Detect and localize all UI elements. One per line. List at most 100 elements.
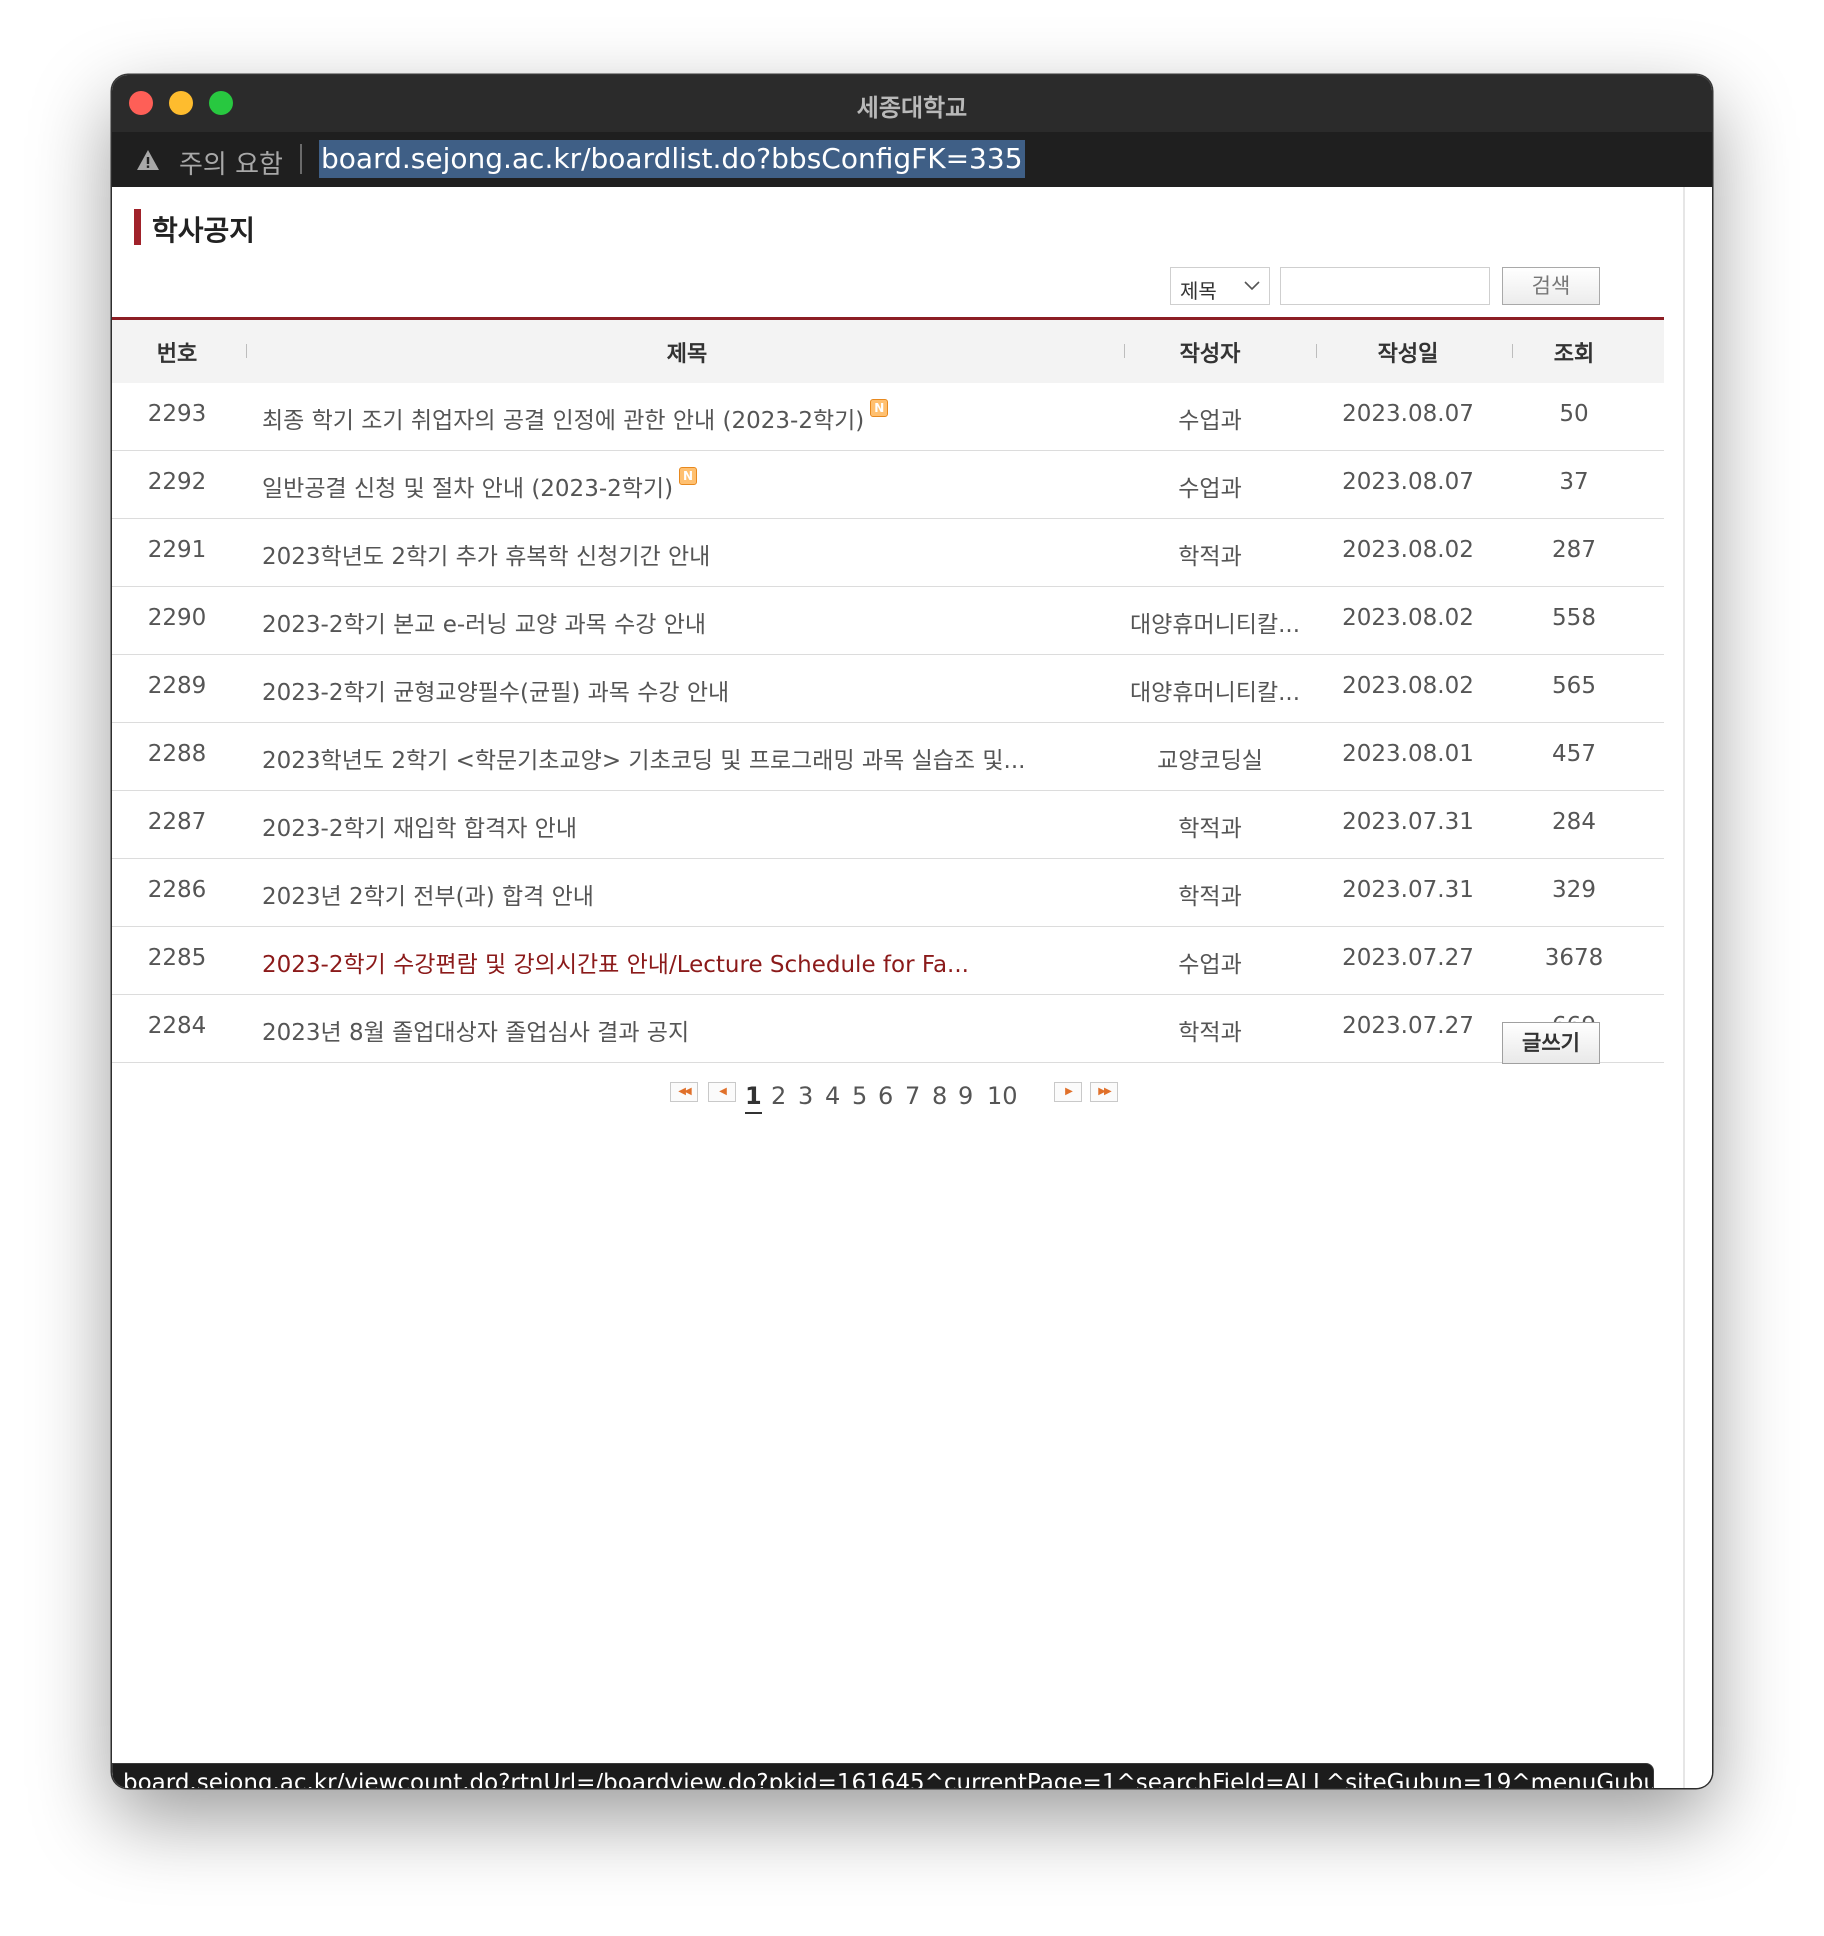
page-link-1[interactable]: 1 — [745, 1082, 762, 1114]
row-views: 329 — [1552, 877, 1596, 903]
first-page-icon[interactable]: ◀◀ — [670, 1082, 698, 1102]
row-number: 2288 — [147, 741, 207, 767]
row-title-link[interactable]: 2023-2학기 균형교양필수(균필) 과목 수강 안내 — [262, 673, 729, 707]
row-author: 학적과 — [1178, 1020, 1242, 1046]
row-author: 수업과 — [1178, 476, 1242, 502]
page-link-7[interactable]: 7 — [905, 1082, 920, 1110]
row-title-text: 일반공결 신청 및 절차 안내 (2023-2학기) — [262, 476, 674, 502]
page-link-9[interactable]: 9 — [958, 1082, 973, 1110]
header-num: 번호 — [156, 342, 198, 367]
row-title-link[interactable]: 최종 학기 조기 취업자의 공결 인정에 관한 안내 (2023-2학기) N — [262, 399, 889, 435]
row-date: 2023.07.31 — [1342, 809, 1474, 835]
last-page-icon[interactable]: ▶▶ — [1090, 1082, 1118, 1102]
table-row: 2284 2023년 8월 졸업대상자 졸업심사 결과 공지 학적과 2023.… — [112, 995, 1664, 1063]
page-link-6[interactable]: 6 — [878, 1082, 893, 1110]
table-row: 2292 일반공결 신청 및 절차 안내 (2023-2학기) N 수업과 202… — [112, 451, 1664, 519]
address-bar[interactable]: 주의 요함 board.sejong.ac.kr/boardlist.do?bb… — [112, 132, 1712, 187]
row-author: 수업과 — [1178, 952, 1242, 978]
scrollbar-track[interactable] — [1683, 187, 1685, 1788]
table-row-hovered: 2285 2023-2학기 수강편람 및 강의시간표 안내/Lecture Sc… — [112, 927, 1664, 995]
security-warning-label[interactable]: 주의 요함 — [179, 144, 283, 181]
row-number: 2292 — [147, 469, 207, 495]
table-row: 2287 2023-2학기 재입학 합격자 안내 학적과 2023.07.31 … — [112, 791, 1664, 859]
new-badge-icon: N — [870, 399, 889, 417]
table-row: 2290 2023-2학기 본교 e-러닝 교양 과목 수강 안내 대양휴머니티… — [112, 587, 1664, 655]
row-author: 학적과 — [1178, 884, 1242, 910]
header-title: 제목 — [666, 342, 708, 367]
row-views: 565 — [1552, 673, 1596, 699]
row-title-link[interactable]: 2023-2학기 본교 e-러닝 교양 과목 수강 안내 — [262, 605, 706, 639]
row-views: 3678 — [1544, 945, 1604, 971]
prev-page-icon[interactable]: ◀ — [708, 1082, 736, 1102]
row-views: 50 — [1559, 401, 1589, 427]
url-text[interactable]: board.sejong.ac.kr/boardlist.do?bbsConfi… — [319, 140, 1025, 178]
row-title-link[interactable]: 일반공결 신청 및 절차 안내 (2023-2학기) N — [262, 467, 698, 503]
header-views: 조회 — [1553, 342, 1595, 367]
row-views: 558 — [1552, 605, 1596, 631]
page-content: 학사공지 제목 검색 번호 제목 작성자 작성일 조회 2293 최종 학기 조… — [112, 187, 1712, 1788]
row-number: 2289 — [147, 673, 207, 699]
row-date: 2023.08.07 — [1342, 401, 1474, 427]
table-row: 2286 2023년 2학기 전부(과) 합격 안내 학적과 2023.07.3… — [112, 859, 1664, 927]
row-date: 2023.08.07 — [1342, 469, 1474, 495]
search-field-select[interactable]: 제목 — [1170, 267, 1270, 305]
page-link-2[interactable]: 2 — [771, 1082, 786, 1110]
row-date: 2023.08.02 — [1342, 537, 1474, 563]
status-bar-url: board.sejong.ac.kr/viewcount.do?rtnUrl=/… — [112, 1763, 1654, 1788]
pagination: ◀◀ ◀ 1 2 3 4 5 6 7 8 9 10 ▶ ▶▶ — [670, 1080, 1230, 1130]
search-input[interactable] — [1280, 267, 1490, 305]
row-author: 수업과 — [1178, 408, 1242, 434]
row-author: 대양휴머니티칼... — [1130, 612, 1301, 638]
row-number: 2291 — [147, 537, 207, 563]
page-link-4[interactable]: 4 — [825, 1082, 840, 1110]
row-title-link[interactable]: 2023년 2학기 전부(과) 합격 안내 — [262, 877, 594, 911]
row-date: 2023.08.01 — [1342, 741, 1474, 767]
row-title-link[interactable]: 2023-2학기 재입학 합격자 안내 — [262, 809, 577, 843]
page-link-5[interactable]: 5 — [852, 1082, 867, 1110]
header-date: 작성일 — [1377, 342, 1439, 367]
new-badge-icon: N — [679, 467, 698, 485]
search-field-selected: 제목 — [1180, 279, 1217, 303]
write-post-button[interactable]: 글쓰기 — [1502, 1022, 1600, 1064]
row-views: 284 — [1552, 809, 1596, 835]
row-author: 학적과 — [1178, 544, 1242, 570]
page-link-8[interactable]: 8 — [932, 1082, 947, 1110]
row-number: 2284 — [147, 1013, 207, 1039]
page-link-10[interactable]: 10 — [987, 1082, 1018, 1110]
row-number: 2293 — [147, 401, 207, 427]
title-accent-bar — [134, 209, 141, 245]
row-title-link[interactable]: 2023학년도 2학기 <학문기초교양> 기초코딩 및 프로그래밍 과목 실습조… — [262, 741, 1025, 775]
row-author: 학적과 — [1178, 816, 1242, 842]
row-title-link[interactable]: 2023학년도 2학기 추가 휴복학 신청기간 안내 — [262, 537, 710, 571]
address-separator — [300, 144, 302, 174]
row-date: 2023.07.27 — [1342, 1013, 1474, 1039]
browser-window: 세종대학교 주의 요함 board.sejong.ac.kr/boardlist… — [112, 75, 1712, 1788]
table-row: 2289 2023-2학기 균형교양필수(균필) 과목 수강 안내 대양휴머니티… — [112, 655, 1664, 723]
row-views: 457 — [1552, 741, 1596, 767]
page-link-3[interactable]: 3 — [798, 1082, 813, 1110]
row-date: 2023.07.31 — [1342, 877, 1474, 903]
header-author: 작성자 — [1179, 342, 1241, 367]
row-date: 2023.07.27 — [1342, 945, 1474, 971]
row-number: 2286 — [147, 877, 207, 903]
notice-table: 번호 제목 작성자 작성일 조회 2293 최종 학기 조기 취업자의 공결 인… — [112, 317, 1664, 1063]
row-views: 37 — [1559, 469, 1589, 495]
header-separator — [246, 344, 247, 358]
row-title-link[interactable]: 2023년 8월 졸업대상자 졸업심사 결과 공지 — [262, 1013, 689, 1047]
row-title-link[interactable]: 2023-2학기 수강편람 및 강의시간표 안내/Lecture Schedul… — [262, 945, 969, 979]
search-button[interactable]: 검색 — [1502, 267, 1600, 305]
row-author: 교양코딩실 — [1157, 748, 1263, 774]
title-bar: 세종대학교 — [112, 75, 1712, 133]
row-views: 287 — [1552, 537, 1596, 563]
table-row: 2291 2023학년도 2학기 추가 휴복학 신청기간 안내 학적과 2023… — [112, 519, 1664, 587]
table-header: 번호 제목 작성자 작성일 조회 — [112, 317, 1664, 383]
table-row: 2293 최종 학기 조기 취업자의 공결 인정에 관한 안내 (2023-2학… — [112, 383, 1664, 451]
row-title-text: 최종 학기 조기 취업자의 공결 인정에 관한 안내 (2023-2학기) — [262, 408, 865, 434]
table-row: 2288 2023학년도 2학기 <학문기초교양> 기초코딩 및 프로그래밍 과… — [112, 723, 1664, 791]
next-page-icon[interactable]: ▶ — [1054, 1082, 1082, 1102]
header-separator — [1124, 344, 1125, 358]
header-separator — [1316, 344, 1317, 358]
row-date: 2023.08.02 — [1342, 605, 1474, 631]
warning-triangle-icon — [135, 148, 161, 176]
row-number: 2287 — [147, 809, 207, 835]
